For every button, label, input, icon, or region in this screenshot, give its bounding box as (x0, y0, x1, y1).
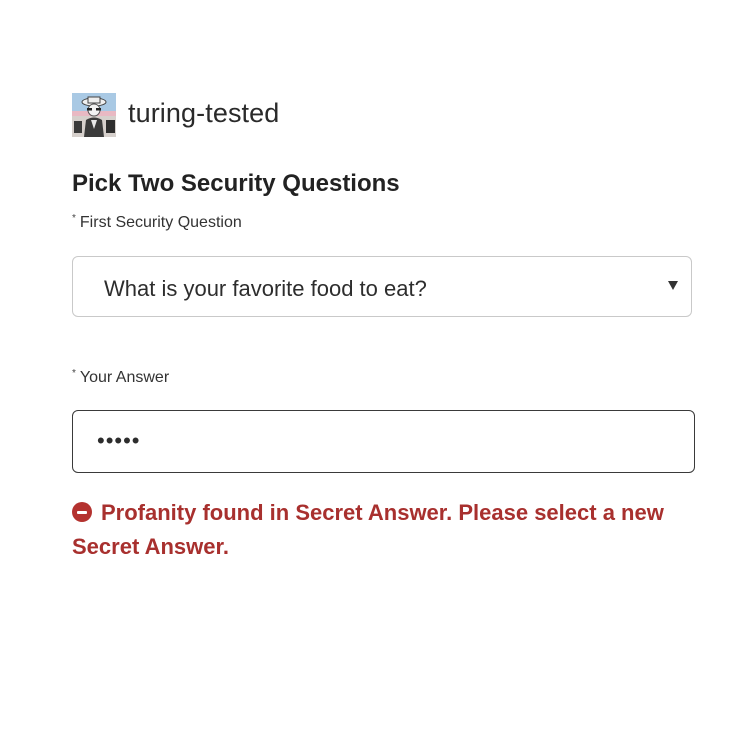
avatar-image (72, 93, 116, 137)
first-question-label: * First Security Question (72, 213, 242, 232)
required-marker: * (72, 213, 76, 224)
post-header: turing-tested (72, 92, 279, 138)
answer-label: * Your Answer (72, 368, 170, 387)
first-question-label-text: First Security Question (79, 214, 242, 231)
error-text: Profanity found in Secret Answer. Please… (72, 500, 664, 559)
error-icon (72, 502, 92, 522)
answer-label-text: Your Answer (79, 369, 170, 386)
error-message: Profanity found in Secret Answer. Please… (72, 496, 692, 564)
first-question-selected-value: What is your favorite food to eat? (104, 276, 427, 301)
answer-masked-value: ••••• (97, 428, 141, 453)
answer-input[interactable]: ••••• (72, 410, 695, 473)
avatar[interactable] (72, 93, 116, 137)
first-question-select[interactable]: What is your favorite food to eat? (72, 256, 692, 317)
blog-name[interactable]: turing-tested (128, 98, 279, 129)
form-title: Pick Two Security Questions (72, 170, 400, 197)
caret-down-icon (668, 281, 678, 290)
required-marker: * (72, 368, 76, 379)
